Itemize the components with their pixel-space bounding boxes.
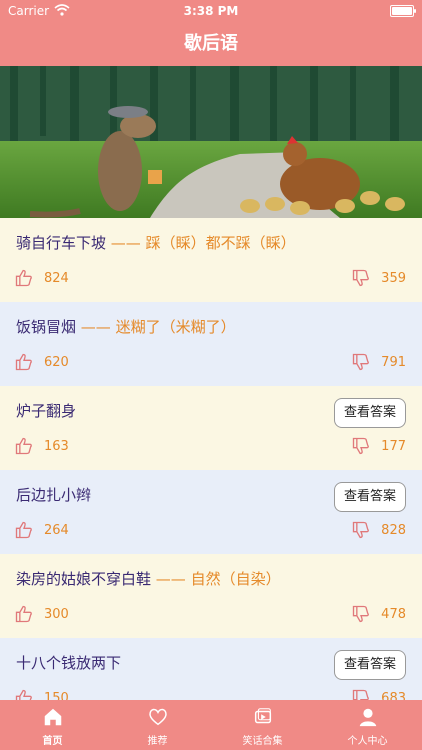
thumbs-down-icon [351,352,371,372]
like-button[interactable]: 163 [14,436,69,456]
status-bar: Carrier 3:38 PM [0,0,422,22]
riddle-separator: —— [151,570,191,588]
dislike-count: 359 [381,270,406,286]
thumbs-up-icon [14,436,34,456]
riddle-answer: 踩（睬）都不踩（睬） [145,234,296,252]
tab-jokes-label: 笑话合集 [242,736,283,747]
tab-profile[interactable]: 个人中心 [315,700,420,750]
home-icon [0,700,105,732]
thumbs-up-icon [14,268,34,288]
riddle-separator: —— [106,234,146,252]
like-button[interactable]: 264 [14,520,69,540]
dislike-button[interactable]: 791 [351,352,406,372]
dislike-count: 791 [381,354,406,370]
xiehouyu-card[interactable]: 炉子翻身 查看答案 163 177 [0,386,422,470]
clock: 3:38 PM [183,4,239,18]
tab-recommend-label: 推荐 [147,736,168,747]
tab-home[interactable]: 首页 [0,700,105,750]
riddle-separator: —— [76,318,116,336]
xiehouyu-list[interactable]: 骑自行车下坡 —— 踩（睬）都不踩（睬） 824 359 饭锅冒烟 —— 迷糊了（米糊… [0,218,422,700]
tab-jokes[interactable]: 笑话合集 [210,700,315,750]
thumbs-down-icon [351,520,371,540]
like-button[interactable]: 620 [14,352,69,372]
riddle-text: 十八个钱放两下 [16,652,121,673]
thumbs-down-icon [351,688,371,700]
like-count: 264 [44,522,69,538]
dislike-button[interactable]: 478 [351,604,406,624]
riddle-text: 染房的姑娘不穿白鞋 —— 自然（自染） [16,568,281,589]
show-answer-button[interactable]: 查看答案 [334,650,406,680]
thumbs-up-icon [14,520,34,540]
riddle-question: 后边扎小辫 [16,486,92,504]
xiehouyu-card[interactable]: 十八个钱放两下 查看答案 150 683 [0,638,422,700]
riddle-question: 骑自行车下坡 [16,234,107,252]
tab-bar: 首页 推荐 笑话合集 个人中心 [0,700,422,750]
dislike-button[interactable]: 683 [351,688,406,700]
dislike-count: 828 [381,522,406,538]
xiehouyu-card[interactable]: 后边扎小辫 查看答案 264 828 [0,470,422,554]
like-count: 150 [44,690,69,701]
show-answer-button[interactable]: 查看答案 [334,398,406,428]
thumbs-down-icon [351,436,371,456]
riddle-text: 饭锅冒烟 —— 迷糊了（米糊了） [16,316,236,337]
thumbs-up-icon [14,352,34,372]
dislike-button[interactable]: 359 [351,268,406,288]
tab-home-label: 首页 [42,736,63,747]
dislike-button[interactable]: 177 [351,436,406,456]
thumbs-down-icon [351,268,371,288]
tab-recommend[interactable]: 推荐 [105,700,210,750]
xiehouyu-card[interactable]: 染房的姑娘不穿白鞋 —— 自然（自染） 300 478 [0,554,422,638]
dislike-button[interactable]: 828 [351,520,406,540]
video-icon [210,700,315,732]
riddle-text: 炉子翻身 [16,400,76,421]
show-answer-button[interactable]: 查看答案 [334,482,406,512]
like-button[interactable]: 150 [14,688,69,700]
person-icon [315,700,420,732]
like-button[interactable]: 824 [14,268,69,288]
riddle-text: 骑自行车下坡 —— 踩（睬）都不踩（睬） [16,232,296,253]
like-button[interactable]: 300 [14,604,69,624]
riddle-text: 后边扎小辫 [16,484,91,505]
like-count: 824 [44,270,69,286]
like-count: 300 [44,606,69,622]
xiehouyu-card[interactable]: 骑自行车下坡 —— 踩（睬）都不踩（睬） 824 359 [0,218,422,302]
thumbs-up-icon [14,604,34,624]
xiehouyu-card[interactable]: 饭锅冒烟 —— 迷糊了（米糊了） 620 791 [0,302,422,386]
dislike-count: 683 [381,690,406,701]
riddle-question: 炉子翻身 [16,402,77,420]
riddle-answer: 迷糊了（米糊了） [115,318,236,336]
banner-image [0,66,422,218]
page-title: 歇后语 [0,22,422,66]
riddle-question: 十八个钱放两下 [16,654,122,672]
tab-profile-label: 个人中心 [347,736,388,747]
riddle-question: 染房的姑娘不穿白鞋 [16,570,152,588]
heart-icon [105,700,210,732]
riddle-question: 饭锅冒烟 [16,318,77,336]
dislike-count: 478 [381,606,406,622]
like-count: 620 [44,354,69,370]
thumbs-up-icon [14,688,34,700]
battery-icon [390,5,416,17]
thumbs-down-icon [351,604,371,624]
like-count: 163 [44,438,69,454]
riddle-answer: 自然（自染） [190,570,281,588]
dislike-count: 177 [381,438,406,454]
